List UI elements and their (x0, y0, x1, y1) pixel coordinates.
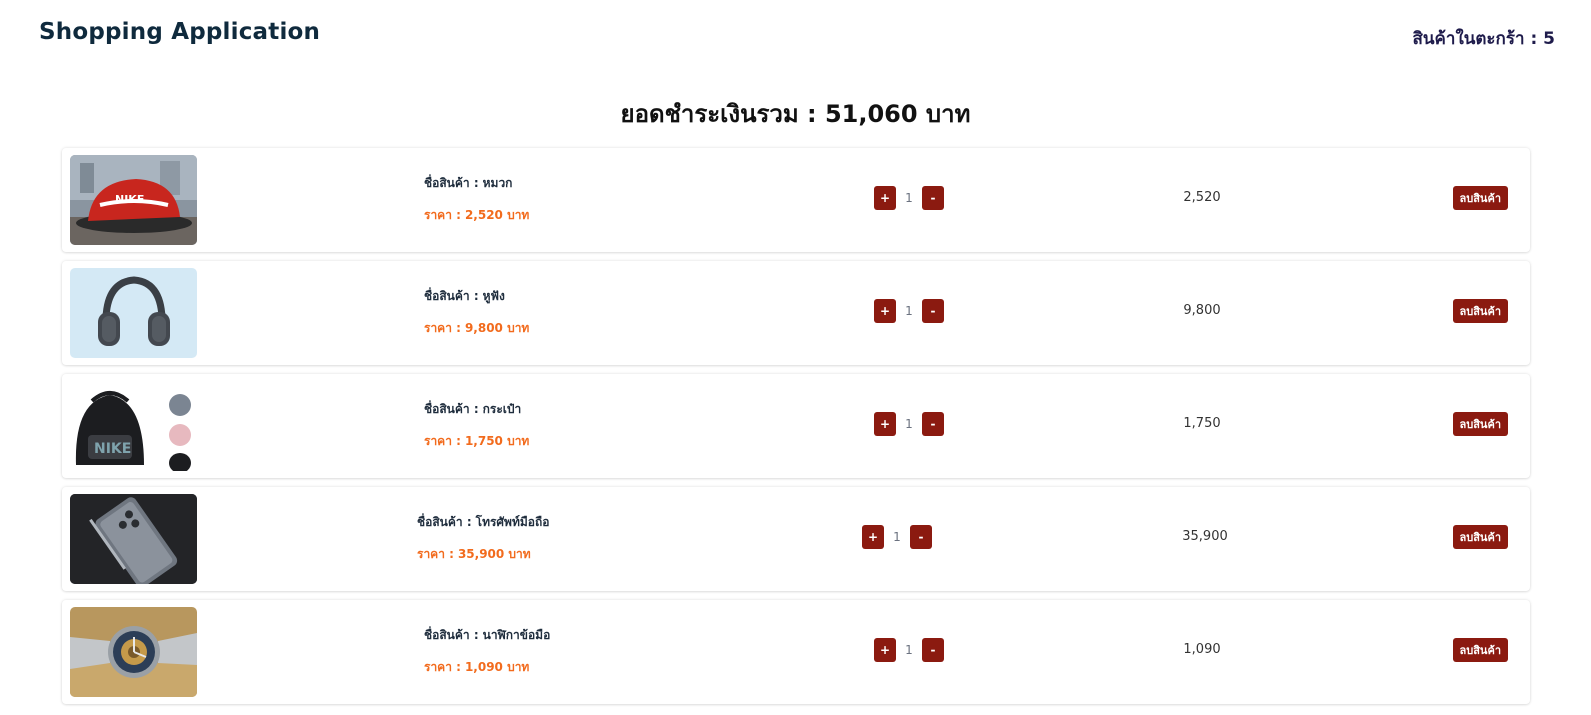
product-price: ราคา :2,520 บาท (424, 208, 530, 222)
decrease-button[interactable]: - (922, 299, 944, 323)
svg-text:NIKE: NIKE (94, 441, 131, 457)
item-subtotal: 1,750 (1183, 416, 1221, 431)
quantity-stepper: + 1 - (874, 638, 944, 662)
increase-button[interactable]: + (874, 412, 896, 436)
decrease-button[interactable]: - (922, 186, 944, 210)
remove-item-button[interactable]: ลบสินค้า (1452, 638, 1508, 662)
remove-item-button[interactable]: ลบสินค้า (1452, 412, 1508, 436)
remove-item-button[interactable]: ลบสินค้า (1452, 299, 1508, 323)
product-price: ราคา :9,800 บาท (424, 321, 530, 335)
decrease-button[interactable]: - (922, 638, 944, 662)
cart-list: NIKE ชื่อสินค้า : หมวก ราคา :2,520 บาท + … (62, 148, 1530, 713)
cart-item: ชื่อสินค้า : นาฬิกาข้อมือ ราคา :1,090 บาท… (62, 600, 1530, 704)
product-price: ราคา :1,090 บาท (424, 660, 530, 674)
product-name: ชื่อสินค้า : นาฬิกาข้อมือ (424, 628, 551, 642)
cap-image: NIKE (70, 155, 197, 245)
quantity-value: 1 (905, 191, 913, 205)
remove-item-button[interactable]: ลบสินค้า (1452, 186, 1508, 210)
product-info: ชื่อสินค้า : หูฟัง ราคา :9,800 บาท (424, 287, 529, 338)
cart-item: ชื่อสินค้า : หูฟัง ราคา :9,800 บาท + 1 - … (62, 261, 1530, 365)
backpack-image: NIKE (70, 381, 197, 471)
product-price: ราคา :1,750 บาท (424, 434, 530, 448)
decrease-button[interactable]: - (922, 412, 944, 436)
item-subtotal: 1,090 (1183, 642, 1221, 657)
total-amount: ยอดชำระเงินรวม : 51,060 บาท (620, 100, 971, 128)
remove-item-button[interactable]: ลบสินค้า (1452, 525, 1508, 549)
product-info: ชื่อสินค้า : กระเป๋า ราคา :1,750 บาท (424, 400, 529, 451)
product-info: ชื่อสินค้า : หมวก ราคา :2,520 บาท (424, 174, 529, 225)
increase-button[interactable]: + (874, 638, 896, 662)
quantity-value: 1 (893, 530, 901, 544)
quantity-stepper: + 1 - (862, 525, 932, 549)
increase-button[interactable]: + (874, 186, 896, 210)
product-price: ราคา :35,900 บาท (417, 547, 531, 561)
phone-image (70, 494, 197, 584)
quantity-stepper: + 1 - (874, 186, 944, 210)
cart-count: สินค้าในตะกร้า : 5 (1412, 29, 1555, 49)
quantity-stepper: + 1 - (874, 412, 944, 436)
increase-button[interactable]: + (862, 525, 884, 549)
svg-text:NIKE: NIKE (115, 193, 144, 206)
product-name: ชื่อสินค้า : หมวก (424, 176, 513, 190)
item-subtotal: 2,520 (1183, 190, 1221, 205)
product-name: ชื่อสินค้า : โทรศัพท์มือถือ (417, 515, 550, 529)
product-info: ชื่อสินค้า : โทรศัพท์มือถือ ราคา :35,900 … (417, 513, 549, 564)
quantity-stepper: + 1 - (874, 299, 944, 323)
product-name: ชื่อสินค้า : หูฟัง (424, 289, 505, 303)
decrease-button[interactable]: - (910, 525, 932, 549)
headphones-image (70, 268, 197, 358)
item-subtotal: 35,900 (1182, 529, 1228, 544)
cart-item: NIKE ชื่อสินค้า : หมวก ราคา :2,520 บาท + … (62, 148, 1530, 252)
watch-image (70, 607, 197, 697)
quantity-value: 1 (905, 643, 913, 657)
quantity-value: 1 (905, 417, 913, 431)
product-info: ชื่อสินค้า : นาฬิกาข้อมือ ราคา :1,090 บาท (424, 626, 550, 677)
item-subtotal: 9,800 (1183, 303, 1221, 318)
product-name: ชื่อสินค้า : กระเป๋า (424, 402, 522, 416)
quantity-value: 1 (905, 304, 913, 318)
cart-item: ชื่อสินค้า : โทรศัพท์มือถือ ราคา :35,900 … (62, 487, 1530, 591)
increase-button[interactable]: + (874, 299, 896, 323)
app-header: Shopping Application สินค้าในตะกร้า : 5 (0, 0, 1591, 72)
cart-item: NIKE ชื่อสินค้า : กระเป๋า ราคา :1,750 บาท… (62, 374, 1530, 478)
app-title: Shopping Application (39, 19, 321, 45)
